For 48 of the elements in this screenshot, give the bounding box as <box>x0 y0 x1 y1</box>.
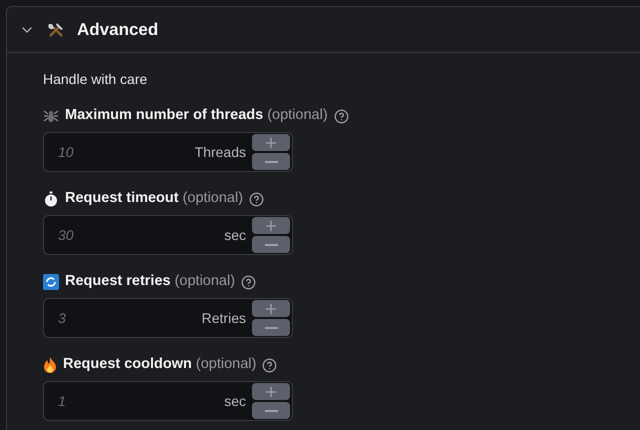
increment-button[interactable] <box>252 300 290 317</box>
unit-label: sec <box>224 392 246 410</box>
plus-icon <box>263 384 279 400</box>
help-icon[interactable] <box>249 192 264 206</box>
increment-button[interactable] <box>252 217 290 234</box>
field-label: Request retries <box>65 272 171 292</box>
optional-hint: (optional) <box>182 189 244 208</box>
section-title: Advanced <box>77 18 158 41</box>
plus-icon <box>263 134 279 150</box>
number-input[interactable]: 1 <box>58 390 224 412</box>
decrement-button[interactable] <box>252 236 290 253</box>
refresh-icon <box>43 274 59 290</box>
help-icon[interactable] <box>334 108 349 124</box>
section-header[interactable]: Advanced <box>7 7 640 53</box>
number-field[interactable]: 1 sec <box>43 381 293 421</box>
plus-icon <box>263 300 279 316</box>
optional-hint: (optional) <box>267 106 328 126</box>
decrement-button[interactable] <box>252 319 290 336</box>
help-icon[interactable] <box>262 358 278 372</box>
number-field[interactable]: 30 sec <box>43 215 293 255</box>
unit-label: sec <box>224 226 246 244</box>
field-label: Maximum number of threads <box>65 106 264 126</box>
minus-icon <box>264 244 278 246</box>
unit-label: Threads <box>194 142 246 162</box>
field-label: Request timeout <box>65 189 179 208</box>
field-label: Request cooldown <box>63 355 192 374</box>
spider-icon <box>43 108 59 124</box>
optional-hint: (optional) <box>196 355 256 374</box>
fire-icon <box>43 357 57 373</box>
decrement-button[interactable] <box>252 402 290 419</box>
increment-button[interactable] <box>252 383 290 400</box>
help-icon[interactable] <box>241 274 256 290</box>
tools-icon <box>47 20 65 38</box>
number-field[interactable]: 3 Retries <box>43 298 293 338</box>
optional-hint: (optional) <box>174 272 236 292</box>
plus-icon <box>263 218 279 234</box>
minus-icon <box>264 410 278 412</box>
stopwatch-icon <box>43 191 59 207</box>
unit-label: Retries <box>202 308 246 328</box>
number-input[interactable]: 30 <box>58 224 224 246</box>
minus-icon <box>264 326 278 328</box>
decrement-button[interactable] <box>252 153 290 170</box>
number-field[interactable]: 10 Threads <box>43 132 293 172</box>
number-input[interactable]: 10 <box>58 142 195 162</box>
number-input[interactable]: 3 <box>58 308 202 328</box>
increment-button[interactable] <box>252 134 290 151</box>
section-description: Handle with care <box>43 70 148 89</box>
minus-icon <box>264 160 278 162</box>
